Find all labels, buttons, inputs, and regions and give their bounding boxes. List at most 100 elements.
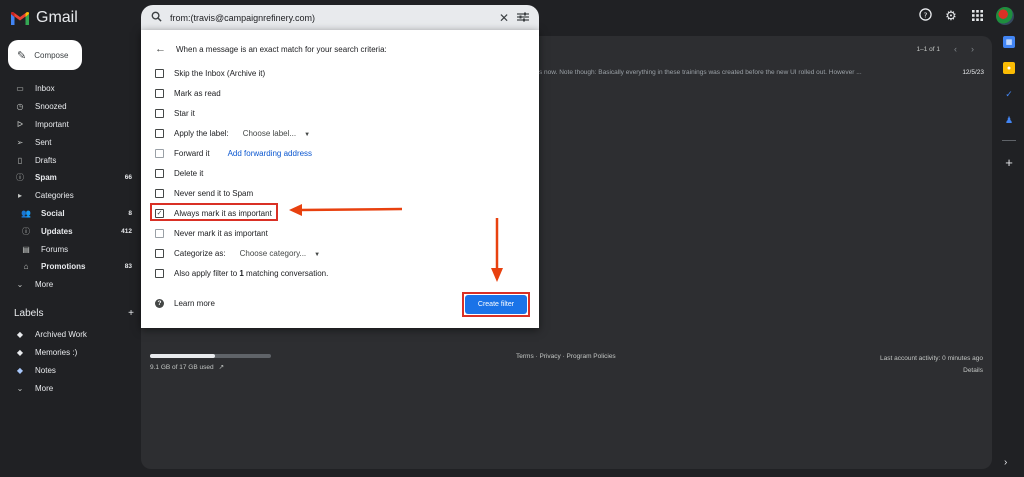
calendar-icon[interactable]: ▦ bbox=[1003, 36, 1015, 48]
sidebar-item-important[interactable]: ᐅ Important bbox=[0, 116, 140, 134]
search-bar[interactable]: from:(travis@campaignrefinery.com) ✕ bbox=[141, 5, 539, 30]
drafts-icon: ▯ bbox=[17, 155, 23, 165]
learn-more-link[interactable]: Learn more bbox=[174, 299, 215, 308]
compose-label: Compose bbox=[34, 50, 69, 60]
sidebar-item-spam[interactable]: ⓘ Spam 66 bbox=[0, 169, 140, 187]
option-never-spam[interactable]: Never send it to Spam bbox=[155, 186, 253, 200]
label-tag-icon: ◆ bbox=[16, 348, 24, 358]
checkbox[interactable] bbox=[155, 168, 164, 178]
add-forwarding-address-link[interactable]: Add forwarding address bbox=[228, 149, 313, 158]
inbox-icon: ▭ bbox=[16, 84, 24, 94]
email-row-snippet[interactable]: s now. Note though: Basically everything… bbox=[539, 69, 862, 76]
account-avatar[interactable] bbox=[996, 7, 1014, 25]
checkbox[interactable] bbox=[155, 128, 164, 138]
highlight-box-always-important bbox=[150, 203, 278, 221]
sidebar-item-drafts[interactable]: ▯ Drafts bbox=[0, 151, 140, 169]
option-categorize[interactable]: Categorize as: Choose category... ▼ bbox=[155, 246, 320, 260]
checkbox[interactable] bbox=[155, 248, 164, 258]
important-icon: ᐅ bbox=[16, 119, 24, 129]
external-link-icon[interactable]: ↗ bbox=[219, 363, 224, 371]
gmail-m-icon bbox=[11, 11, 29, 25]
expand-panel-icon[interactable]: › bbox=[1004, 457, 1007, 468]
checkbox[interactable] bbox=[155, 228, 164, 238]
sidebar-item-inbox[interactable]: ▭ Inbox bbox=[0, 80, 140, 98]
checkbox[interactable] bbox=[155, 88, 164, 98]
keep-icon[interactable]: ● bbox=[1003, 62, 1015, 74]
option-forward-it[interactable]: Forward it Add forwarding address bbox=[155, 146, 312, 160]
app-name: Gmail bbox=[36, 9, 78, 26]
add-label-icon[interactable]: + bbox=[128, 308, 134, 319]
labels-list: ◆ Archived Work ◆ Memories :) ◆ Notes ⌄ More bbox=[0, 326, 140, 397]
svg-text:?: ? bbox=[923, 10, 927, 19]
storage-bar bbox=[150, 354, 271, 358]
search-options-icon[interactable] bbox=[517, 12, 529, 24]
dialog-header: ← When a message is an exact match for y… bbox=[155, 43, 387, 55]
sidebar-item-snoozed[interactable]: ◷ Snoozed bbox=[0, 98, 140, 116]
create-filter-button[interactable]: Create filter bbox=[465, 295, 527, 314]
search-icon[interactable] bbox=[151, 11, 162, 24]
dropdown-arrow-icon: ▼ bbox=[304, 131, 311, 138]
filter-options-dialog: ← When a message is an exact match for y… bbox=[141, 30, 539, 328]
chevron-down-icon: ⌄ bbox=[16, 383, 24, 393]
rail-divider bbox=[1002, 140, 1016, 141]
help-icon[interactable]: ? bbox=[918, 8, 932, 24]
top-right-toolbar: ? ⚙ bbox=[918, 7, 1014, 25]
back-arrow-icon[interactable]: ← bbox=[155, 43, 166, 55]
label-archived-work[interactable]: ◆ Archived Work bbox=[0, 326, 140, 344]
last-activity-text: Last account activity: 0 minutes ago bbox=[880, 355, 983, 362]
option-mark-as-read[interactable]: Mark as read bbox=[155, 86, 221, 100]
contacts-icon[interactable]: ♟ bbox=[1003, 114, 1015, 126]
sidebar-item-sent[interactable]: ➢ Sent bbox=[0, 133, 140, 151]
sidebar-item-promotions[interactable]: ⌂ Promotions 83 bbox=[0, 258, 140, 276]
labels-more[interactable]: ⌄ More bbox=[0, 379, 140, 397]
checkbox[interactable] bbox=[155, 268, 164, 278]
checkbox[interactable] bbox=[155, 188, 164, 198]
details-link[interactable]: Details bbox=[880, 365, 983, 377]
checkbox[interactable] bbox=[155, 68, 164, 78]
option-star-it[interactable]: Star it bbox=[155, 106, 195, 120]
categories-icon: ▸ bbox=[17, 191, 22, 201]
option-skip-inbox[interactable]: Skip the Inbox (Archive it) bbox=[155, 66, 265, 80]
pencil-icon: ✎ bbox=[17, 49, 27, 62]
label-memories[interactable]: ◆ Memories :) bbox=[0, 344, 140, 362]
checkbox[interactable] bbox=[155, 148, 164, 158]
labels-header: Labels + bbox=[14, 308, 134, 319]
sidebar-item-updates[interactable]: ⓘ Updates 412 bbox=[0, 222, 140, 240]
sidebar-item-categories[interactable]: ▸ Categories bbox=[0, 187, 140, 205]
option-apply-to-matching[interactable]: Also apply filter to 1 matching conversa… bbox=[155, 266, 328, 280]
option-never-important[interactable]: Never mark it as important bbox=[155, 226, 268, 240]
footer-links[interactable]: Terms · Privacy · Program Policies bbox=[516, 353, 616, 360]
checkbox[interactable] bbox=[155, 108, 164, 118]
category-dropdown[interactable]: Choose category... ▼ bbox=[240, 249, 321, 258]
social-icon: 👥 bbox=[21, 208, 31, 218]
sidebar-item-forums[interactable]: ▤ Forums bbox=[0, 240, 140, 258]
chevron-left-icon[interactable]: ‹ bbox=[954, 44, 957, 54]
dropdown-arrow-icon: ▼ bbox=[314, 251, 321, 258]
storage-meter: 9.1 GB of 17 GB used ↗ bbox=[150, 354, 271, 371]
compose-button[interactable]: ✎ Compose bbox=[8, 40, 82, 70]
label-dropdown[interactable]: Choose label... ▼ bbox=[243, 129, 310, 138]
updates-icon: ⓘ bbox=[22, 226, 30, 236]
forums-icon: ▤ bbox=[22, 244, 30, 254]
storage-fill bbox=[150, 354, 215, 358]
gmail-logo[interactable]: Gmail bbox=[10, 8, 78, 28]
side-panel-rail: ▦ ● ✓ ♟ + bbox=[997, 36, 1021, 170]
sidebar-item-social[interactable]: 👥 Social 8 bbox=[0, 205, 140, 223]
label-notes[interactable]: ◆ Notes bbox=[0, 362, 140, 380]
sidebar-item-more[interactable]: ⌄ More bbox=[0, 276, 140, 294]
learn-more[interactable]: ? Learn more bbox=[155, 299, 215, 308]
clear-search-icon[interactable]: ✕ bbox=[499, 12, 509, 24]
add-addon-icon[interactable]: + bbox=[1005, 155, 1013, 170]
settings-gear-icon[interactable]: ⚙ bbox=[944, 8, 958, 24]
storage-text: 9.1 GB of 17 GB used bbox=[150, 363, 214, 371]
tasks-icon[interactable]: ✓ bbox=[1003, 88, 1015, 100]
search-input[interactable]: from:(travis@campaignrefinery.com) bbox=[170, 13, 491, 23]
snooze-icon: ◷ bbox=[16, 102, 24, 112]
chevron-right-icon[interactable]: › bbox=[971, 44, 974, 54]
pagination: 1–1 of 1 ‹ › bbox=[917, 44, 975, 54]
storage-usage: 9.1 GB of 17 GB used ↗ bbox=[150, 363, 271, 372]
labels-title: Labels bbox=[14, 308, 44, 319]
apps-grid-icon[interactable] bbox=[970, 9, 984, 24]
option-apply-label[interactable]: Apply the label: Choose label... ▼ bbox=[155, 126, 310, 140]
option-delete-it[interactable]: Delete it bbox=[155, 166, 203, 180]
